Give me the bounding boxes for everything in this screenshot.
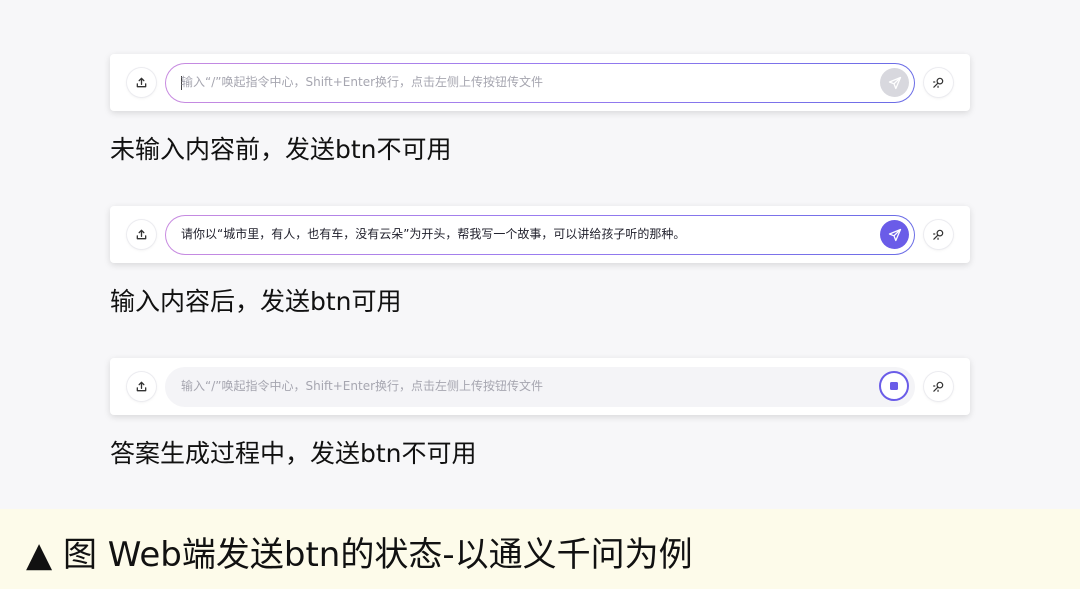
chat-input-bar: 请你以“城市里，有人，也有车，没有云朵”为开头，帮我写一个故事，可以讲给孩子听的…	[110, 206, 970, 263]
chat-input[interactable]: 请你以“城市里，有人，也有车，没有云朵”为开头，帮我写一个故事，可以讲给孩子听的…	[165, 215, 915, 255]
send-icon	[888, 76, 901, 89]
chat-input-bar: 输入“/”唤起指令中心，Shift+Enter换行，点击左侧上传按钮传文件	[110, 358, 970, 415]
state-caption: 答案生成过程中，发送btn不可用	[110, 439, 477, 468]
figure-caption: ▲ 图 Web端发送btn的状态-以通义千问为例	[26, 535, 693, 575]
tool-button[interactable]	[924, 68, 953, 97]
send-button[interactable]	[880, 68, 909, 97]
stop-icon	[890, 382, 898, 390]
state-caption: 输入内容后，发送btn可用	[110, 287, 402, 316]
send-icon	[888, 228, 901, 241]
send-button[interactable]	[880, 220, 909, 249]
tool-button[interactable]	[924, 220, 953, 249]
tool-button[interactable]	[924, 372, 953, 401]
upload-button[interactable]	[127, 372, 156, 401]
tool-icon	[933, 229, 944, 240]
upload-button[interactable]	[127, 68, 156, 97]
tool-icon	[933, 381, 944, 392]
upload-icon	[136, 381, 147, 392]
chat-input-placeholder: 输入“/”唤起指令中心，Shift+Enter换行，点击左侧上传按钮传文件	[181, 379, 544, 393]
state-caption: 未输入内容前，发送btn不可用	[110, 135, 452, 164]
upload-icon	[136, 229, 147, 240]
figure-caption-banner: ▲ 图 Web端发送btn的状态-以通义千问为例	[0, 509, 1080, 589]
chat-input[interactable]: 输入“/”唤起指令中心，Shift+Enter换行，点击左侧上传按钮传文件	[165, 63, 915, 103]
chat-input-bar: 输入“/”唤起指令中心，Shift+Enter换行，点击左侧上传按钮传文件	[110, 54, 970, 111]
upload-button[interactable]	[127, 220, 156, 249]
demo-empty-state: 输入“/”唤起指令中心，Shift+Enter换行，点击左侧上传按钮传文件 未输…	[110, 54, 970, 164]
demo-generating-state: 输入“/”唤起指令中心，Shift+Enter换行，点击左侧上传按钮传文件 答案…	[110, 358, 970, 468]
tool-icon	[933, 77, 944, 88]
demo-typed-state: 请你以“城市里，有人，也有车，没有云朵”为开头，帮我写一个故事，可以讲给孩子听的…	[110, 206, 970, 316]
chat-input-placeholder: 输入“/”唤起指令中心，Shift+Enter换行，点击左侧上传按钮传文件	[181, 75, 544, 89]
chat-input[interactable]: 输入“/”唤起指令中心，Shift+Enter换行，点击左侧上传按钮传文件	[165, 367, 915, 407]
stop-button[interactable]	[879, 371, 909, 401]
upload-icon	[136, 77, 147, 88]
chat-input-value: 请你以“城市里，有人，也有车，没有云朵”为开头，帮我写一个故事，可以讲给孩子听的…	[181, 227, 686, 241]
